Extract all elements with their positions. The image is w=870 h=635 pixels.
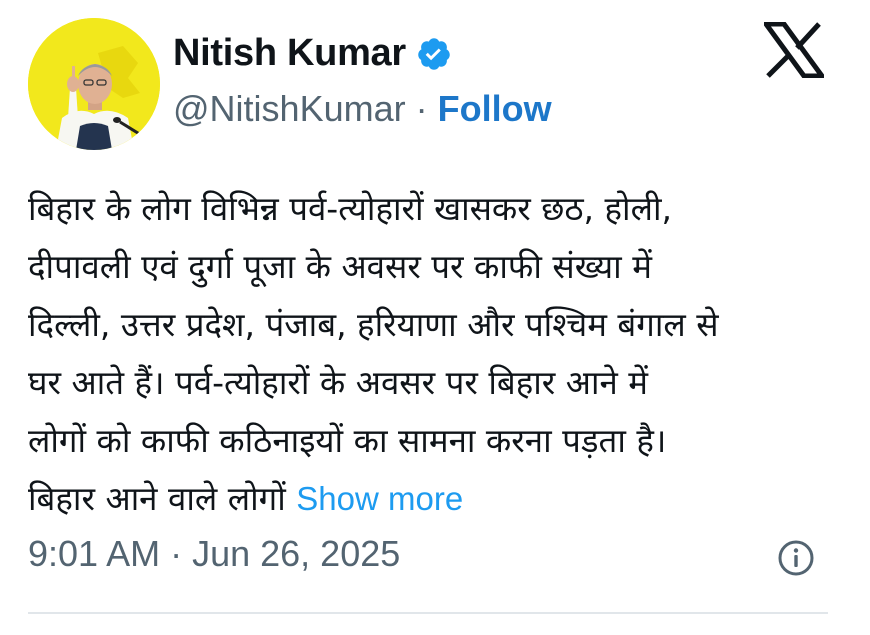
separator-dot: · xyxy=(415,88,428,129)
show-more-link[interactable]: Show more xyxy=(296,480,463,517)
tweet-body: बिहार के लोग विभिन्न पर्व-त्योहारों खासक… xyxy=(28,189,719,518)
author-handle[interactable]: @NitishKumar xyxy=(173,88,406,130)
author-name-row: Nitish Kumar xyxy=(173,32,452,75)
divider xyxy=(28,612,828,614)
avatar-photo xyxy=(28,18,160,150)
avatar[interactable] xyxy=(28,18,160,150)
verified-badge-icon xyxy=(416,36,452,72)
author-handle-row: @NitishKumar · Follow xyxy=(173,88,552,130)
follow-button[interactable]: Follow xyxy=(438,88,552,130)
tweet-text: बिहार के लोग विभिन्न पर्व-त्योहारों खासक… xyxy=(28,180,843,528)
x-logo-icon[interactable] xyxy=(761,21,827,79)
tweet-timestamp[interactable]: 9:01 AM · Jun 26, 2025 xyxy=(28,533,400,575)
info-icon[interactable] xyxy=(777,539,815,577)
author-name[interactable]: Nitish Kumar xyxy=(173,32,406,75)
